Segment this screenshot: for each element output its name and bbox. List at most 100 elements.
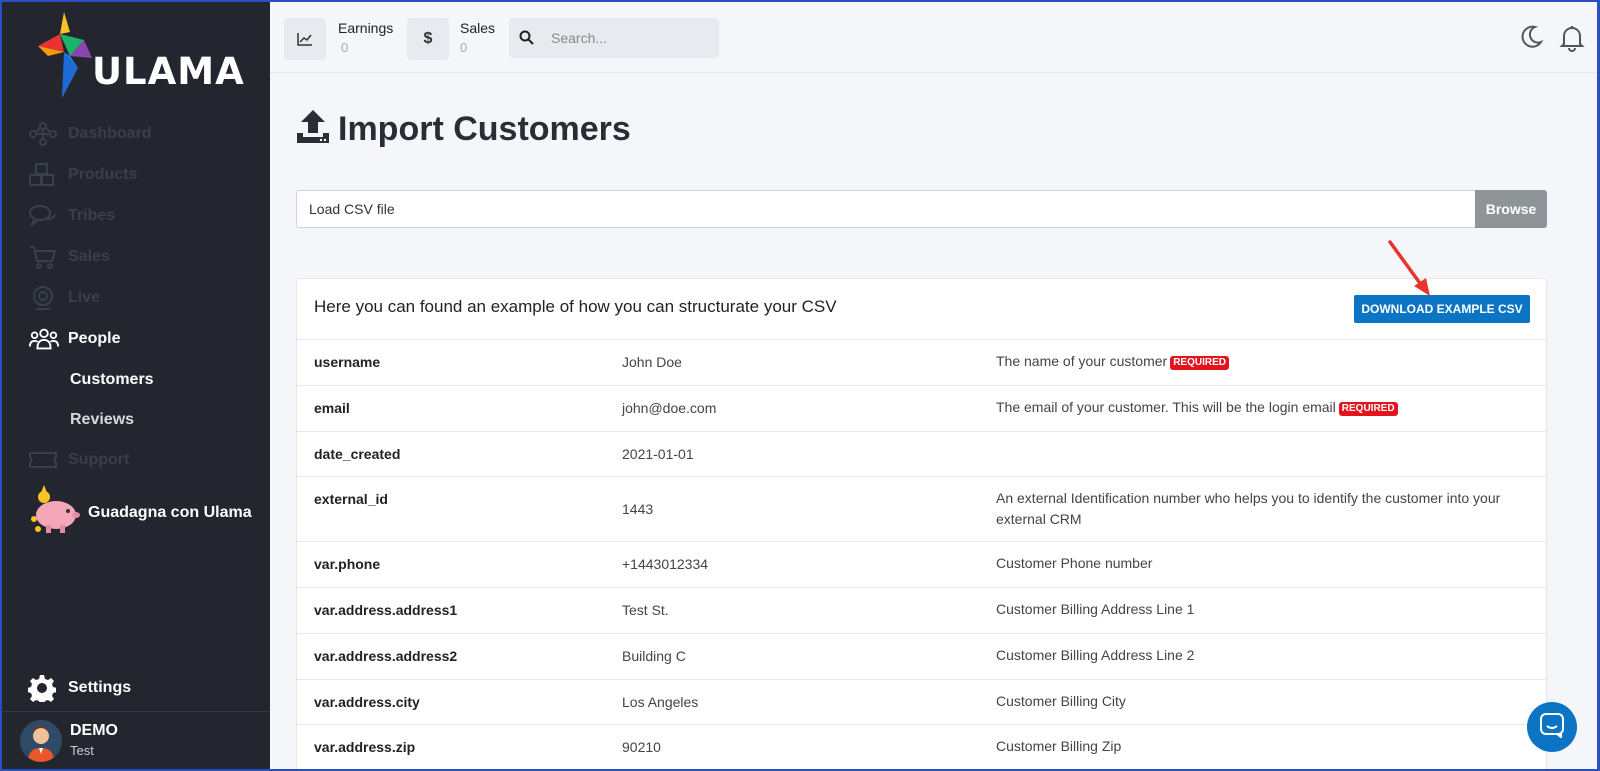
user-name: DEMO [70,722,118,739]
table-row: var.phone +1443012334 Customer Phone numbe… [297,542,1546,588]
field-example: Test St. [622,602,669,618]
app-window: ULAMA Dashboard Products Tribes Sales Li… [0,0,1600,771]
field-description: Customer Billing Zip [996,736,1536,757]
field-description-text: Customer Billing Address Line 2 [996,647,1195,663]
file-input-label: Load CSV file [309,201,395,217]
sidebar-item-products[interactable]: Products [28,160,137,190]
sidebar: ULAMA Dashboard Products Tribes Sales Li… [2,2,270,769]
user-subtitle: Test [70,743,94,758]
sidebar-item-label: Dashboard [68,125,152,142]
table-row: external_id 1443 An external Identificatio… [297,477,1546,542]
earnings-value: 0 [341,40,349,55]
sidebar-item-live[interactable]: Live [28,283,100,313]
field-description: Customer Billing Address Line 2 [996,645,1536,666]
promo-label: Guadagna con Ulama [88,503,252,521]
sidebar-item-support[interactable]: Support [28,445,129,475]
field-name: username [314,354,381,370]
brand-logo[interactable]: ULAMA [34,12,244,102]
search-input[interactable] [551,28,711,48]
dollar-symbol: $ [423,30,433,47]
table-row: var.address.zip 90210 Customer Billing Zip [297,725,1546,769]
field-name: var.phone [314,556,381,572]
field-example: Los Angeles [622,694,699,710]
field-description: The name of your customer REQUIRED [996,351,1536,372]
table-row: var.address.address2 Building C Customer B… [297,634,1546,680]
field-description-text: The name of your customer [996,353,1168,369]
earnings-label: Earnings [338,20,394,36]
table-row: email john@doe.com The email of your custo… [297,386,1546,432]
sidebar-item-label: Sales [68,248,110,265]
sidebar-subitem-reviews[interactable]: Reviews [70,411,134,429]
field-description-text: An external Identification number who he… [996,490,1501,527]
field-description: Customer Billing City [996,691,1536,712]
table-row: var.address.address1 Test St. Customer Bil… [297,588,1546,634]
settings-label: Settings [68,679,132,696]
field-description-text: Customer Billing City [996,693,1126,709]
field-description-text: Customer Billing Address Line 1 [996,601,1195,617]
annotation-arrow-icon [1386,238,1436,305]
bell-icon[interactable] [1559,24,1585,57]
table-row: date_created 2021-01-01 [297,432,1546,477]
chat-widget-button[interactable] [1527,702,1577,752]
field-name: email [314,400,350,416]
earnings-chart-icon[interactable] [284,18,326,60]
field-example: john@doe.com [622,400,717,416]
field-description: The email of your customer. This will be… [996,397,1536,418]
sales-value: 0 [460,40,468,55]
csv-fields-table: username John Doe The name of your custome… [297,340,1546,769]
field-example: 90210 [622,739,661,755]
ticket-icon [28,445,60,475]
field-description: Customer Billing Address Line 1 [996,599,1536,620]
sidebar-item-dashboard[interactable]: Dashboard [28,119,152,149]
field-description-text: The email of your customer. This will be… [996,399,1336,415]
main-content: Import Customers Load CSV file Browse He… [270,74,1597,769]
sidebar-item-label: Tribes [68,207,116,224]
user-profile[interactable]: DEMO Test [2,711,270,769]
topbar: Earnings 0 $ Sales 0 [270,2,1597,73]
cart-icon [28,242,60,272]
table-row: var.address.city Los Angeles Customer Bill… [297,680,1546,725]
search-box [509,18,719,58]
search-icon [519,30,534,50]
sidebar-item-label: Support [68,451,130,468]
page-title: Import Customers [338,110,631,148]
dollar-icon[interactable]: $ [407,18,449,60]
avatar [20,720,62,762]
chat-bubble-icon [1539,712,1565,743]
piggy-bank-icon [28,485,80,540]
sidebar-item-label: Live [68,289,101,306]
card-title: Here you can found an example of how you… [314,297,837,316]
gear-icon [28,674,56,702]
field-name: var.address.address2 [314,648,458,664]
users-icon [28,324,60,354]
webcam-icon [28,283,60,313]
field-example: 2021-01-01 [622,446,694,462]
sidebar-item-sales[interactable]: Sales [28,242,110,272]
moon-icon[interactable] [1518,24,1544,55]
field-description: An external Identification number who he… [996,488,1536,530]
field-description-text: Customer Billing Zip [996,738,1122,754]
bird-logo-icon [38,12,92,98]
sidebar-item-tribes[interactable]: Tribes [28,201,115,231]
field-description: Customer Phone number [996,553,1536,574]
field-name: var.address.zip [314,739,416,755]
brand-name: ULAMA [92,50,245,93]
download-example-csv-button[interactable]: DOWNLOAD EXAMPLE CSV [1354,295,1530,323]
field-example: Building C [622,648,686,664]
field-name: date_created [314,446,401,462]
sidebar-item-label: People [68,330,121,347]
csv-file-input[interactable]: Load CSV file Browse [296,190,1547,228]
sidebar-item-promo[interactable]: Guadagna con Ulama [28,485,252,540]
browse-button[interactable]: Browse [1475,190,1547,228]
sidebar-item-people[interactable]: People [28,324,120,354]
page-header: Import Customers [296,109,631,150]
field-example: 1443 [622,501,654,517]
field-example: +1443012334 [622,556,709,572]
boxes-icon [28,160,60,190]
sidebar-item-settings[interactable]: Settings [28,674,131,702]
sidebar-subitem-customers[interactable]: Customers [70,371,154,389]
card-header: Here you can found an example of how you… [297,279,1546,340]
field-name: var.address.address1 [314,602,458,618]
required-badge: REQUIRED [1338,402,1398,416]
example-csv-card: Here you can found an example of how you… [296,278,1547,769]
